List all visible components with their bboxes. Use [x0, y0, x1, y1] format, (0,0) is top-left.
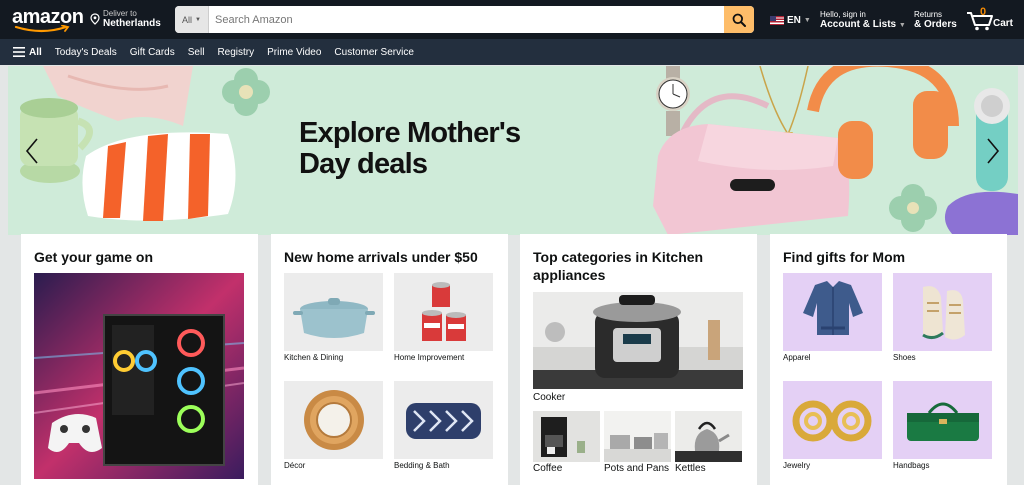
card-gifts-for-mom: Find gifts for Mom Apparel Shoes Jewelry — [770, 234, 1007, 485]
sunburst-mirror-image — [284, 381, 383, 459]
tile-caption: Home Improvement — [394, 353, 465, 362]
green-handbag-image — [893, 381, 992, 459]
tile-caption: Jewelry — [783, 461, 811, 470]
tile-coffee[interactable]: Coffee — [533, 411, 600, 474]
pots-and-pans-image — [604, 411, 671, 462]
tile-caption: Shoes — [893, 353, 916, 362]
card-gaming: Get your game on — [21, 234, 258, 485]
sneakers-image — [893, 273, 992, 351]
gaming-pc-image-link[interactable] — [33, 273, 245, 479]
nav-todays-deals[interactable]: Today's Deals — [55, 47, 117, 58]
top-navigation-bar: amazon Deliver to Netherlands All ▼ EN ▼ — [0, 0, 1024, 39]
tile-kettles[interactable]: Kettles — [675, 411, 742, 474]
deliver-country: Netherlands — [103, 18, 161, 29]
all-menu-button[interactable]: All — [13, 47, 42, 58]
search-category-label: All — [182, 14, 193, 25]
tile-decor[interactable]: Décor — [284, 381, 383, 470]
search-category-dropdown[interactable]: All ▼ — [175, 6, 209, 33]
search-icon — [732, 13, 746, 27]
tile-jewelry[interactable]: Jewelry — [783, 381, 882, 470]
chevron-down-icon: ▼ — [898, 22, 906, 29]
cart-button[interactable]: 0 Cart — [966, 6, 1018, 33]
tile-caption: Décor — [284, 461, 306, 470]
hero-title-line2: Day deals — [299, 148, 428, 180]
all-menu-label: All — [29, 46, 42, 58]
card-title: New home arrivals under $50 — [284, 249, 478, 265]
tile-shoes[interactable]: Shoes — [893, 273, 992, 362]
pillow-image — [394, 381, 493, 459]
account-and-lists[interactable]: Hello, sign in Account & Lists ▼ — [820, 10, 906, 30]
pressure-cooker-image — [533, 292, 743, 389]
tile-caption: Cooker — [533, 392, 566, 403]
tile-bedding-bath[interactable]: Bedding & Bath — [394, 381, 493, 470]
amazon-logo[interactable]: amazon — [12, 6, 84, 34]
gold-earrings-image — [783, 381, 882, 459]
us-flag-icon — [770, 16, 784, 25]
returns-and-orders[interactable]: Returns & Orders — [914, 10, 957, 30]
card-title: Get your game on — [34, 249, 154, 265]
tile-caption: Handbags — [893, 461, 930, 470]
dutch-oven-image — [284, 273, 383, 351]
hero-title: Explore Mother's Day deals — [299, 117, 521, 180]
deliver-to-location[interactable]: Deliver to Netherlands — [90, 9, 168, 31]
tile-pots-and-pans[interactable]: Pots and Pans — [604, 411, 671, 474]
denim-shirt-image — [783, 273, 882, 351]
chevron-right-icon — [987, 138, 1000, 164]
nav-prime-video[interactable]: Prime Video — [267, 47, 321, 58]
location-pin-icon — [90, 13, 100, 25]
kettle-image — [675, 411, 742, 462]
card-title: Find gifts for Mom — [783, 249, 906, 265]
gaming-pc-image — [33, 273, 245, 479]
nav-customer-service[interactable]: Customer Service — [334, 47, 413, 58]
tile-home-improvement[interactable]: Home Improvement — [394, 273, 493, 362]
card-title: Top categories in Kitchen appliances — [533, 249, 704, 283]
search-button[interactable] — [724, 6, 754, 33]
carousel-next-button[interactable] — [981, 136, 1005, 166]
card-kitchen-appliances: Top categories in Kitchen appliances Coo… — [520, 234, 757, 485]
tile-caption: Coffee — [533, 463, 563, 474]
tile-caption: Pots and Pans — [604, 463, 670, 474]
search-bar: All ▼ — [175, 6, 754, 33]
tile-cooker[interactable]: Cooker — [533, 292, 743, 403]
nav-gift-cards[interactable]: Gift Cards — [130, 47, 175, 58]
deliver-label: Deliver to — [103, 9, 137, 18]
account-greeting: Hello, sign in — [820, 10, 866, 19]
carousel-previous-button[interactable] — [20, 136, 44, 166]
tile-caption: Kettles — [675, 463, 706, 474]
tile-caption: Kitchen & Dining — [284, 353, 344, 362]
secondary-navigation-bar: All Today's Deals Gift Cards Sell Regist… — [0, 39, 1024, 65]
hero-title-line1: Explore Mother's — [299, 117, 521, 149]
returns-label: Returns — [914, 10, 943, 19]
chevron-down-icon: ▼ — [803, 17, 811, 24]
nav-sell[interactable]: Sell — [188, 47, 205, 58]
language-selector[interactable]: EN ▼ — [770, 15, 811, 26]
paint-cans-image — [394, 273, 493, 351]
cart-icon — [967, 12, 993, 31]
tile-handbags[interactable]: Handbags — [893, 381, 992, 470]
chevron-down-icon: ▼ — [195, 16, 201, 23]
card-home-arrivals: New home arrivals under $50 Kitchen & Di… — [271, 234, 508, 485]
language-label: EN — [787, 15, 801, 26]
tile-kitchen-dining[interactable]: Kitchen & Dining — [284, 273, 383, 362]
logo-smile-icon — [14, 25, 70, 33]
cart-label: Cart — [993, 18, 1014, 29]
chevron-left-icon — [25, 138, 38, 164]
nav-registry[interactable]: Registry — [217, 47, 254, 58]
hamburger-menu-icon — [13, 47, 25, 57]
account-label: Account & Lists ▼ — [820, 19, 906, 30]
tile-apparel[interactable]: Apparel — [783, 273, 882, 362]
search-input[interactable] — [209, 6, 724, 33]
orders-label: & Orders — [914, 19, 957, 30]
hero-banner[interactable]: Explore Mother's Day deals — [8, 66, 1018, 235]
tile-caption: Apparel — [783, 353, 811, 362]
coffee-maker-image — [533, 411, 600, 462]
tile-caption: Bedding & Bath — [394, 461, 450, 470]
